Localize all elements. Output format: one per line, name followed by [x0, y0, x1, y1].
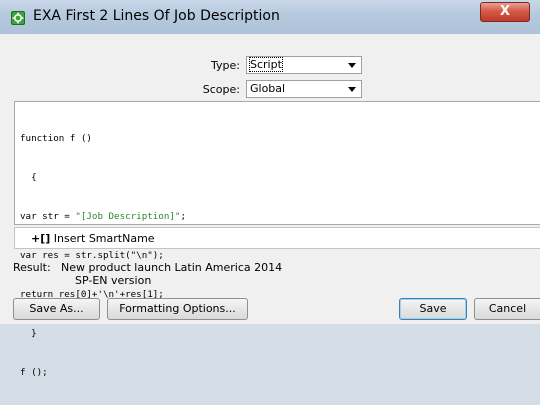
gear-icon — [11, 11, 25, 25]
close-button[interactable]: X — [480, 2, 530, 22]
save-button[interactable]: Save — [399, 298, 467, 320]
type-label: Type: — [211, 59, 240, 72]
smartname-brackets-icon: [] — [40, 232, 51, 245]
code-line: { — [20, 172, 37, 183]
insert-plus-icon: + — [31, 232, 41, 245]
save-as-button[interactable]: Save As... — [13, 298, 100, 320]
insert-smartname-bar[interactable]: +[] Insert SmartName — [14, 227, 540, 249]
script-editor[interactable]: function f () { var str = "[Job Descript… — [14, 101, 540, 378]
formatting-options-button[interactable]: Formatting Options... — [107, 298, 248, 320]
code-string-literal: "[Job Description]" — [75, 211, 181, 222]
code-area[interactable]: function f () { var str = "[Job Descript… — [20, 106, 186, 405]
close-icon[interactable]: X — [481, 3, 529, 21]
insert-smartname-label: Insert SmartName — [53, 232, 155, 245]
type-select-value: Script — [249, 57, 283, 72]
title-bar[interactable]: EXA First 2 Lines Of Job Description X — [0, 0, 540, 34]
scope-select-value: Global — [250, 82, 286, 95]
cancel-button[interactable]: Cancel — [474, 298, 540, 320]
type-select[interactable]: Script — [246, 56, 362, 74]
scope-label: Scope: — [202, 83, 240, 96]
result-label: Result: — [13, 261, 51, 274]
dialog-window: EXA First 2 Lines Of Job Description X T… — [0, 0, 540, 378]
code-line: function f () — [20, 133, 92, 144]
code-line: f (); — [20, 367, 48, 378]
chevron-down-icon — [348, 63, 356, 68]
code-line-string: var str = "[Job Description]"; — [20, 211, 186, 222]
result-value: New product launch Latin America 2014 SP… — [61, 261, 283, 287]
scope-select[interactable]: Global — [246, 80, 362, 98]
window-title: EXA First 2 Lines Of Job Description — [33, 8, 280, 24]
chevron-down-icon — [348, 87, 356, 92]
code-line: } — [20, 328, 37, 339]
insert-smartname-button[interactable]: +[] Insert SmartName — [31, 232, 155, 245]
